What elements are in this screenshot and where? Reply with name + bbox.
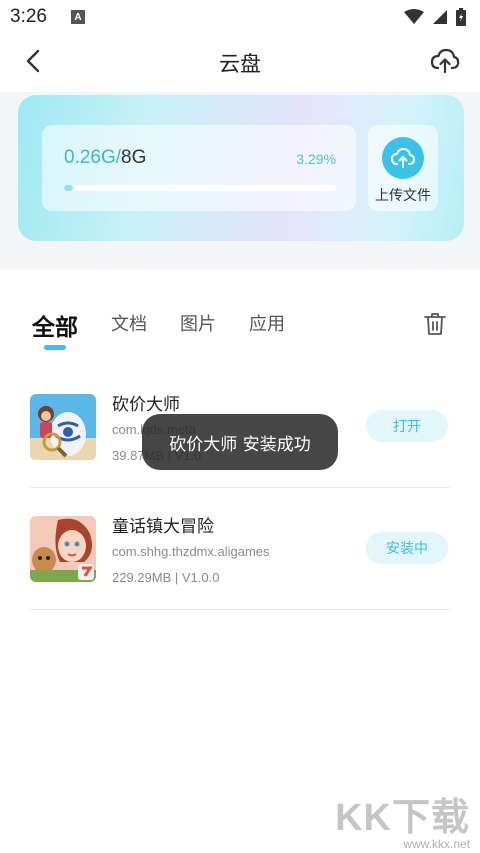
installing-button[interactable]: 安装中 (366, 532, 448, 564)
upload-file-label: 上传文件 (375, 188, 431, 204)
open-app-button[interactable]: 打开 (366, 410, 448, 442)
app-size-version: 229.29MB | V1.0.0 (112, 570, 220, 585)
category-tabs: 全部 文档 图片 应用 (0, 282, 480, 352)
app-icon-kanjia (30, 394, 96, 460)
delete-button[interactable] (422, 310, 448, 338)
tab-active-indicator (44, 345, 66, 350)
status-icons (404, 8, 466, 26)
storage-progress-fill (64, 185, 73, 191)
upload-file-button[interactable]: 上传文件 (368, 125, 438, 211)
storage-percent: 3.29% (296, 151, 336, 167)
cloud-upload-icon (430, 48, 460, 74)
status-time: 3:26 (10, 6, 47, 27)
tab-apps[interactable]: 应用 (249, 310, 285, 336)
status-bar: 3:26 A (0, 0, 480, 34)
signal-icon (433, 10, 447, 24)
cloud-upload-button[interactable] (428, 44, 462, 78)
storage-usage-text: 0.26G/8G (64, 147, 146, 169)
upload-arrow-icon (391, 148, 415, 168)
notification-icon: A (70, 10, 85, 24)
file-list-panel: 全部 文档 图片 应用 砍价大师 39.87MB 打开 童话镇大冒险 com.s… (0, 282, 480, 853)
wifi-icon (404, 9, 424, 24)
page-title: 云盘 (219, 52, 261, 76)
storage-card: 0.26G/8G 3.29% 上传文件 (18, 95, 464, 241)
watermark-url: www.kkx.net (403, 837, 470, 851)
storage-used: 0.26G (64, 147, 116, 168)
watermark-logo: KK下载 (335, 797, 470, 839)
app-name: 砍价大师 (112, 395, 180, 415)
list-item[interactable]: 童话镇大冒险 com.shhg.thzdmx.aligames 229.29MB… (30, 488, 450, 610)
tab-documents[interactable]: 文档 (111, 310, 147, 336)
app-icon-tonghuazhen (30, 516, 96, 582)
tab-all[interactable]: 全部 (32, 308, 78, 342)
app-header: 云盘 (0, 34, 480, 92)
app-package: com.shhg.thzdmx.aligames (112, 544, 270, 559)
storage-progress-track (64, 185, 336, 191)
app-name: 童话镇大冒险 (112, 517, 214, 537)
storage-total: 8G (121, 147, 147, 168)
trash-icon (424, 313, 446, 335)
watermark: KK下载 www.kkx.net (335, 786, 470, 851)
upload-circle (382, 137, 424, 179)
battery-icon (456, 8, 466, 26)
tab-images[interactable]: 图片 (180, 310, 216, 336)
storage-usage-box: 0.26G/8G 3.29% (42, 125, 356, 211)
toast-message: 砍价大师 安装成功 (142, 414, 338, 470)
